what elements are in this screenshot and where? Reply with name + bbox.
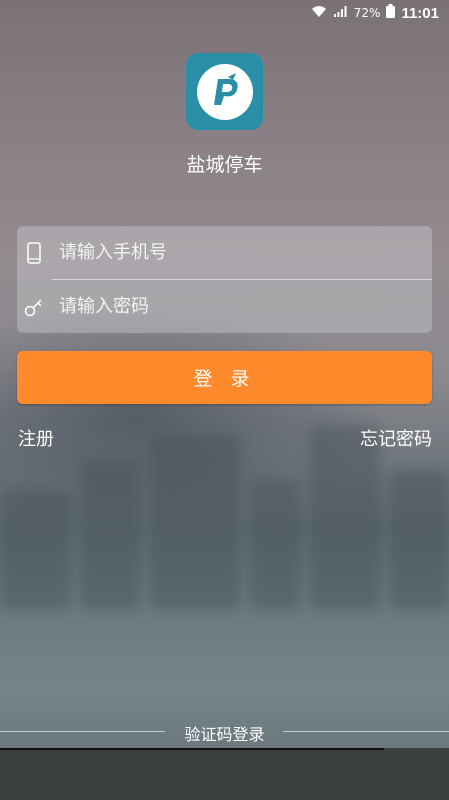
phone-row xyxy=(17,226,432,279)
status-bar: 72% 11:01 xyxy=(0,0,449,26)
phone-input[interactable] xyxy=(51,226,432,279)
parking-logo-icon xyxy=(196,63,253,120)
password-input[interactable] xyxy=(51,280,432,333)
phone-icon xyxy=(17,241,51,264)
login-form xyxy=(17,226,432,333)
app-logo xyxy=(186,53,263,130)
app-name: 盐城停车 xyxy=(186,154,263,176)
password-row xyxy=(17,280,432,333)
clock: 11:01 xyxy=(401,4,439,22)
battery-percent: 72% xyxy=(353,6,381,20)
wifi-icon xyxy=(311,5,327,22)
battery-icon xyxy=(386,4,396,22)
register-link[interactable]: 注册 xyxy=(18,425,54,451)
bottom-bar xyxy=(0,748,449,800)
forgot-password-link[interactable]: 忘记密码 xyxy=(360,425,432,451)
bottom-bar-edge xyxy=(0,748,384,750)
sms-login-link[interactable]: 验证码登录 xyxy=(0,721,449,745)
key-icon xyxy=(17,297,51,317)
login-button[interactable]: 登 录 xyxy=(17,351,432,404)
signal-icon xyxy=(333,5,348,22)
